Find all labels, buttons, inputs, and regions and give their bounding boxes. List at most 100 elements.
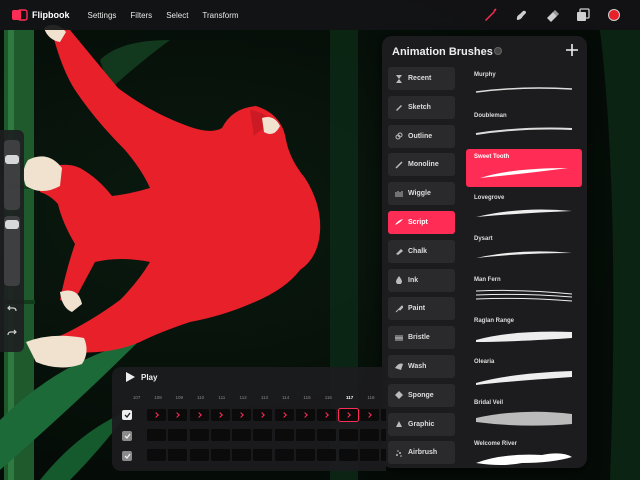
frame-number-ruler: 1071081091101111121131141151161171181191… [126, 395, 386, 400]
play-label: Play [141, 372, 158, 382]
category-sketch[interactable]: Sketch [388, 95, 455, 119]
frame-row [147, 408, 386, 422]
brush-size-slider[interactable] [4, 140, 20, 210]
frame-cell[interactable] [337, 408, 359, 422]
checkmark-icon [124, 433, 131, 439]
brush-library-panel: Animation Brushes Recent Sketch Outline … [382, 36, 587, 468]
frame-cell[interactable] [317, 409, 337, 421]
brush-item[interactable]: Murphy [466, 67, 582, 105]
undo-icon[interactable] [4, 302, 20, 316]
frame-cell[interactable] [210, 409, 230, 421]
frame-cell[interactable] [253, 449, 273, 461]
frame-cell[interactable] [381, 429, 386, 441]
category-bristle[interactable]: Bristle [388, 326, 455, 350]
link-icon [394, 132, 403, 141]
frame-cell[interactable] [317, 429, 337, 441]
frame-cell[interactable] [274, 409, 294, 421]
category-ink[interactable]: Ink [388, 268, 455, 292]
gallery-button[interactable]: Flipbook [12, 0, 70, 30]
tool-group [467, 0, 622, 30]
frame-cell[interactable] [189, 449, 209, 461]
frame-cell[interactable] [338, 449, 358, 461]
frame-cell[interactable] [147, 449, 166, 461]
frame-cell[interactable] [147, 429, 166, 441]
frame-cell[interactable] [147, 409, 166, 421]
brush-stroke-preview [475, 87, 573, 93]
ink-drop-icon [394, 276, 403, 285]
brush-item[interactable]: Doubleman [466, 108, 582, 146]
opacity-slider[interactable] [4, 216, 20, 286]
frame-number: 116 [324, 395, 332, 400]
left-sidebar [0, 130, 24, 352]
frame-cell[interactable] [296, 429, 316, 441]
category-wash[interactable]: Wash [388, 354, 455, 378]
smudge-icon[interactable] [513, 7, 529, 23]
frame-cell[interactable] [296, 409, 316, 421]
frame-cell[interactable] [210, 449, 230, 461]
frame-cell[interactable] [168, 429, 188, 441]
brush-item[interactable]: Lovegrove [466, 190, 582, 228]
category-outline[interactable]: Outline [388, 124, 455, 148]
category-wiggle[interactable]: Wiggle [388, 182, 455, 206]
menu-settings[interactable]: Settings [88, 11, 117, 20]
frame-cell[interactable] [274, 449, 294, 461]
frame-cell[interactable] [189, 429, 209, 441]
frame-cell[interactable] [232, 409, 252, 421]
category-chalk[interactable]: Chalk [388, 239, 455, 263]
brush-item[interactable]: Bridal Veil [466, 395, 582, 433]
paint-brush-icon [394, 304, 403, 313]
opacity-slider-thumb[interactable] [5, 220, 19, 229]
eraser-icon[interactable] [544, 7, 560, 23]
layer-visibility-checkbox[interactable] [122, 431, 132, 441]
category-monoline[interactable]: Monoline [388, 153, 455, 177]
menu-filters[interactable]: Filters [130, 11, 152, 20]
menu-transform[interactable]: Transform [202, 11, 238, 20]
frame-cell[interactable] [232, 449, 252, 461]
frame-number: 111 [218, 395, 226, 400]
layer-visibility-checkbox[interactable] [122, 410, 132, 420]
brush-icon[interactable] [482, 7, 498, 23]
brush-item[interactable]: Dysart [466, 231, 582, 269]
frame-cell[interactable] [359, 429, 379, 441]
frame-cell[interactable] [317, 449, 337, 461]
size-slider-thumb[interactable] [5, 155, 19, 164]
brush-item[interactable]: Sweet Tooth [466, 149, 582, 187]
panel-title: Animation Brushes [392, 46, 493, 58]
frame-cell[interactable] [381, 449, 386, 461]
menu-select[interactable]: Select [166, 11, 188, 20]
brush-item[interactable]: Raglan Range [466, 313, 582, 351]
brush-stroke-preview [476, 453, 572, 465]
frame-cell[interactable] [168, 449, 188, 461]
frame-cell[interactable] [359, 409, 379, 421]
frame-cell[interactable] [168, 409, 188, 421]
frame-cell[interactable] [338, 429, 358, 441]
category-paint[interactable]: Paint [388, 297, 455, 321]
frame-cell[interactable] [189, 409, 209, 421]
category-recent[interactable]: Recent [388, 67, 455, 90]
layer-visibility-checkbox[interactable] [122, 451, 132, 461]
checkmark-icon [124, 412, 131, 418]
category-script[interactable]: Script [388, 210, 455, 234]
frame-cell[interactable] [210, 429, 230, 441]
brush-item[interactable]: Olearia [466, 354, 582, 392]
frame-cell[interactable] [253, 409, 273, 421]
add-brush-icon[interactable] [564, 42, 580, 58]
app-name: Flipbook [32, 10, 70, 20]
category-sponge[interactable]: Sponge [388, 383, 455, 407]
category-graphic[interactable]: Graphic [388, 412, 455, 436]
frame-cell[interactable] [359, 449, 379, 461]
redo-icon[interactable] [4, 326, 20, 340]
frame-cell[interactable] [274, 429, 294, 441]
brush-item[interactable]: Man Fern [466, 272, 582, 310]
frame-number: 112 [239, 395, 247, 400]
frame-cell[interactable] [296, 449, 316, 461]
color-picker-button[interactable] [606, 7, 622, 23]
brush-item[interactable]: Welcome River [466, 436, 582, 468]
frame-row [147, 449, 386, 461]
play-button[interactable]: Play [125, 372, 157, 382]
frame-cell[interactable] [232, 429, 252, 441]
frame-cell[interactable] [253, 429, 273, 441]
category-airbrush[interactable]: Airbrush [388, 441, 455, 465]
layers-icon[interactable] [575, 7, 591, 23]
frame-cell[interactable] [381, 409, 386, 421]
